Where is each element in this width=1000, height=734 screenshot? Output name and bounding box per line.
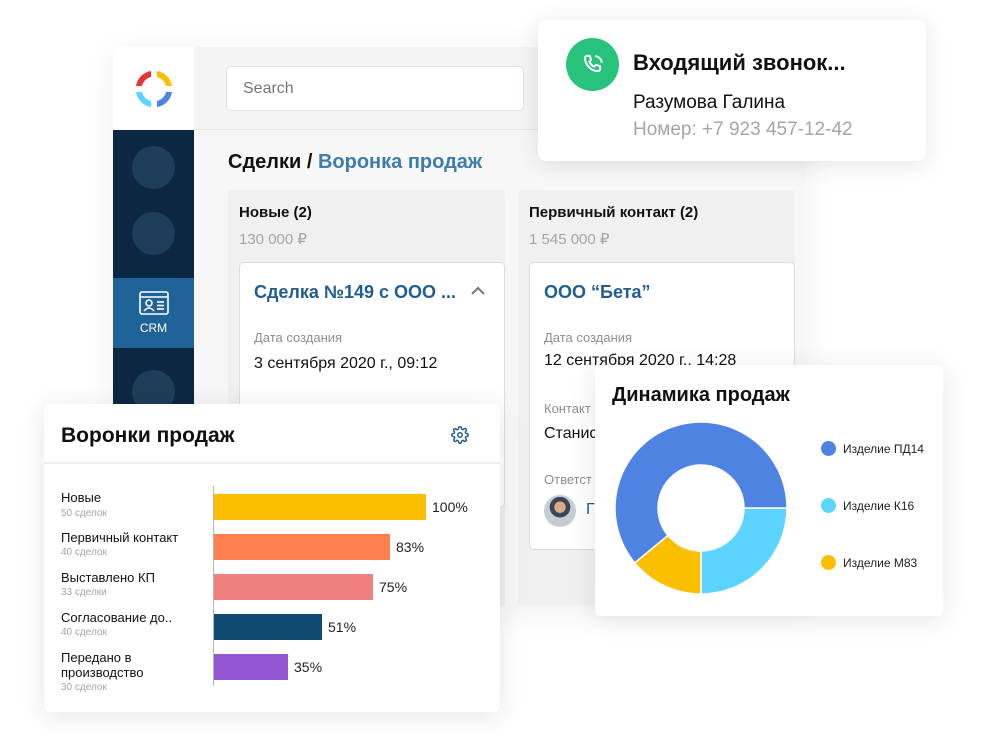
funnel-bar[interactable] [214,614,322,640]
bar-percent-label: 100% [432,499,468,515]
bar-percent-label: 51% [328,619,357,635]
legend-dot-icon [821,498,836,513]
legend-dot-icon [821,441,836,456]
search-input[interactable] [226,66,524,111]
gear-icon[interactable] [451,426,469,444]
sales-funnel-card: Воронки продаж Новые 50 сделок 100% Первичн… [44,404,500,712]
stage-count: 33 сделки [61,587,107,598]
brand-logo-icon [135,70,172,107]
sales-dynamics-card: Динамика продаж Изделие ПД14 Изделие К16 И… [595,365,943,616]
bar-percent-label: 35% [294,659,323,675]
stage-count: 30 сделок [61,682,107,693]
created-value: 3 сентября 2020 г., 09:12 [254,355,438,372]
contact-card-icon [138,291,169,315]
legend-dot-icon [821,555,836,570]
caller-name: Разумова Галина [633,92,786,113]
breadcrumb-root[interactable]: Сделки [228,151,301,173]
funnel-bar[interactable] [214,574,373,600]
column-title: Новые (2) [239,204,312,221]
caller-phone: Номер: +7 923 457-12-42 [633,119,853,140]
bar-percent-label: 75% [379,579,408,595]
funnel-bar[interactable] [214,534,390,560]
stage-name: Первичный контакт [61,530,179,545]
column-sum: 1 545 000 ₽ [529,231,610,248]
legend-item[interactable]: Изделие М83 [821,555,917,570]
avatar [544,495,576,527]
contact-label: Контакт [544,401,591,416]
breadcrumb-current[interactable]: Воронка продаж [318,151,482,173]
legend-label: Изделие К16 [843,498,915,513]
logo[interactable] [113,47,194,130]
donut-chart [614,421,788,595]
sidebar-item-1[interactable] [132,146,175,189]
funnel-header: Воронки продаж [44,404,500,464]
breadcrumb: Сделки / Воронка продаж [228,151,482,174]
funnel-title: Воронки продаж [61,424,235,447]
stage-name: Согласование до.. [61,610,173,625]
donut-slice-2[interactable] [700,507,788,595]
phone-icon[interactable] [566,38,619,91]
contact-value[interactable]: Станис [544,425,597,443]
chart-title: Динамика продаж [612,384,790,406]
stage-count: 40 сделок [61,547,107,558]
created-label: Дата создания [544,330,633,345]
stage-count: 50 сделок [61,508,107,519]
column-title: Первичный контакт (2) [529,204,699,221]
deal-title[interactable]: ООО “Бета” [544,282,651,303]
call-title: Входящий звонок... [633,50,846,75]
legend-item[interactable]: Изделие ПД14 [821,441,924,456]
sidebar-item-2[interactable] [132,212,175,255]
stage-name: Передано в производство [61,650,144,680]
funnel-bar[interactable] [214,494,426,520]
incoming-call-popup[interactable]: Входящий звонок... Разумова Галина Номер… [538,20,926,161]
bar-percent-label: 83% [396,539,425,555]
sidebar-item-crm[interactable]: CRM [113,278,194,348]
legend-label: Изделие М83 [843,555,918,570]
stage-count: 40 сделок [61,627,107,638]
chevron-up-icon[interactable] [470,283,486,299]
legend-item[interactable]: Изделие К16 [821,498,914,513]
stage-name: Новые [61,490,102,505]
column-sum: 130 000 ₽ [239,231,307,248]
funnel-bar[interactable] [214,654,288,680]
breadcrumb-separator: / [301,151,318,173]
stage-name: Выставлено КП [61,570,155,585]
responsible-label: Ответст [544,472,592,487]
sidebar-item-label: CRM [139,321,168,335]
deal-title[interactable]: Сделка №149 с ООО ... [254,282,456,303]
created-label: Дата создания [254,330,343,345]
responsible-link[interactable]: Г [586,501,595,519]
legend-label: Изделие ПД14 [843,441,924,456]
